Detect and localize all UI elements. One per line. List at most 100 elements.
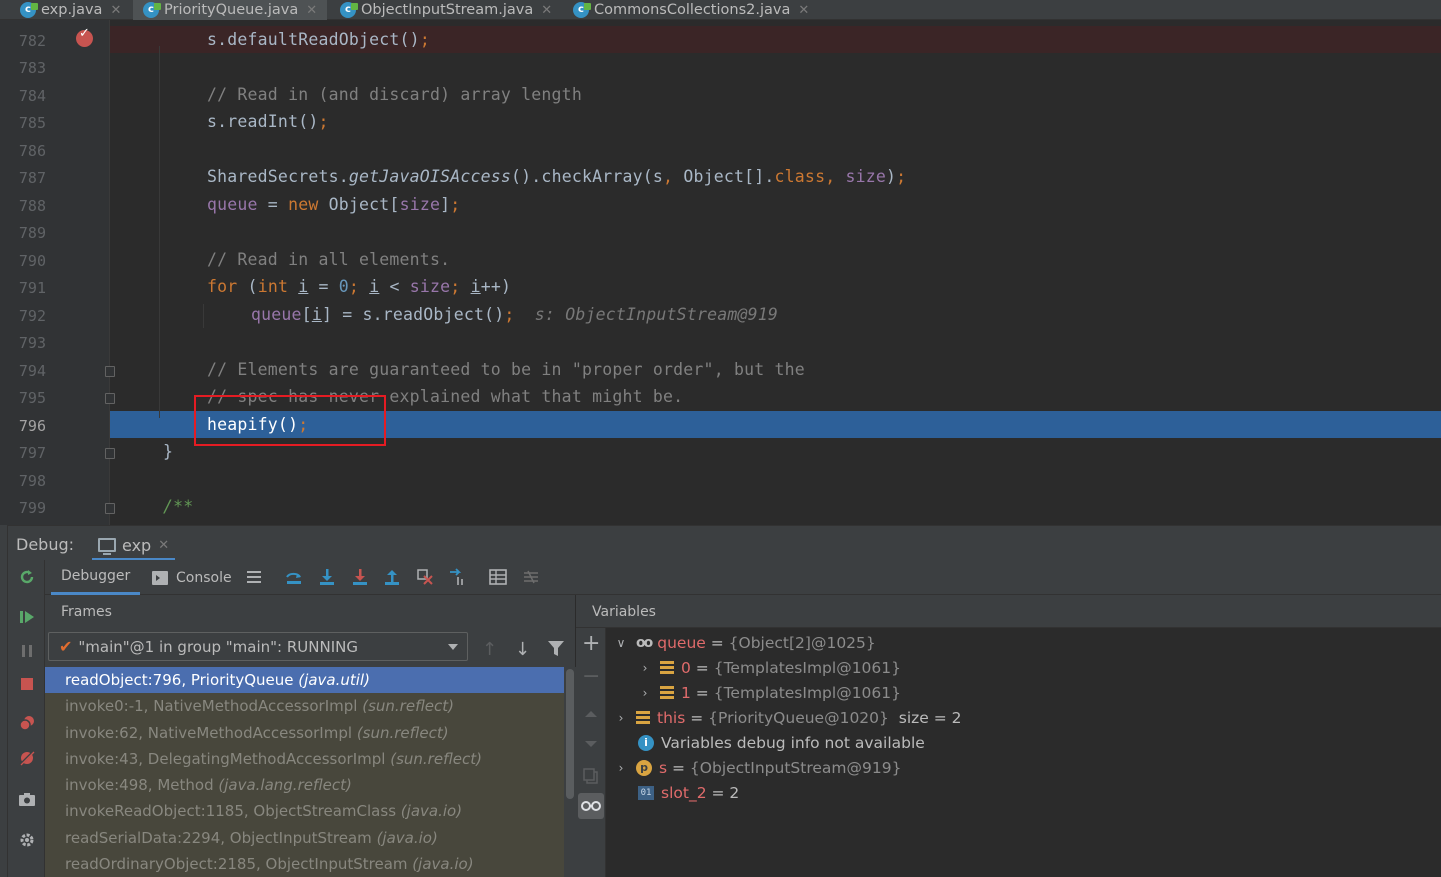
variable-row-queue[interactable]: ∨ oo queue = {Object[2]@1025}: [614, 630, 876, 655]
code-comment: // Elements are guaranteed to be in "pro…: [207, 360, 805, 379]
breakpoint-icon[interactable]: [76, 26, 93, 47]
stack-frame[interactable]: invoke:62, NativeMethodAccessorImpl (sun…: [45, 720, 564, 746]
add-watch-icon[interactable]: +: [582, 633, 600, 655]
variable-row-info: i Variables debug info not available: [638, 730, 925, 755]
view-breakpoints-icon[interactable]: [18, 714, 36, 732]
move-down-icon[interactable]: [582, 735, 600, 753]
show-watches-toggle[interactable]: [578, 793, 604, 819]
variable-name: 1: [681, 683, 691, 702]
code-line-792[interactable]: queue[i] = s.readObject(); s: ObjectInpu…: [110, 301, 1441, 328]
tab-console[interactable]: Console: [152, 560, 232, 595]
frames-scrollbar[interactable]: [564, 667, 576, 877]
camera-icon[interactable]: [18, 790, 36, 808]
code-line-784[interactable]: // Read in (and discard) array length: [110, 81, 1441, 108]
variable-value: {TemplatesImpl@1061}: [713, 683, 902, 702]
code-line-794[interactable]: // Elements are guaranteed to be in "pro…: [110, 356, 1441, 383]
code-text: for (int i = 0; i < size; i++): [207, 277, 512, 296]
tab-label: CommonsCollections2.java: [594, 2, 791, 18]
debug-session-tab[interactable]: exp ✕: [92, 532, 176, 561]
stack-frame[interactable]: invoke0:-1, NativeMethodAccessorImpl (su…: [45, 693, 564, 719]
mute-breakpoints-icon[interactable]: [18, 749, 36, 767]
variable-value: {ObjectInputStream@919}: [689, 758, 902, 777]
stack-frame[interactable]: invokeReadObject:1185, ObjectStreamClass…: [45, 798, 564, 824]
remove-watch-icon[interactable]: −: [582, 666, 600, 688]
variables-header: Variables: [576, 595, 1441, 628]
chevron-right-icon[interactable]: ›: [638, 661, 652, 675]
code-line-788[interactable]: queue = new Object[size];: [110, 191, 1441, 218]
tab-exp-java[interactable]: c exp.java ✕: [20, 0, 121, 20]
chevron-down-icon[interactable]: ∨: [614, 636, 628, 650]
code-line-799[interactable]: /**: [110, 493, 1441, 520]
code-line-790[interactable]: // Read in all elements.: [110, 246, 1441, 273]
code-doc-comment: /**: [163, 497, 194, 516]
code-line-785[interactable]: s.readInt();: [110, 108, 1441, 135]
chevron-right-icon[interactable]: ›: [614, 761, 628, 775]
stack-frame[interactable]: readOrdinaryObject:2185, ObjectInputStre…: [45, 851, 564, 877]
java-class-icon: c: [143, 2, 161, 18]
code-text: queue[i] = s.readObject(); s: ObjectInpu…: [251, 305, 779, 324]
line-number: 790: [18, 252, 46, 270]
close-icon[interactable]: ✕: [110, 3, 121, 18]
variable-row-0[interactable]: › 0 = {TemplatesImpl@1061}: [638, 655, 901, 680]
field-list-icon: [636, 711, 650, 724]
pause-icon[interactable]: [18, 642, 36, 660]
close-icon[interactable]: ✕: [541, 3, 552, 18]
resume-program-icon[interactable]: [18, 608, 36, 626]
layout-menu-icon[interactable]: [245, 568, 263, 586]
debug-side-toolbar: [8, 560, 45, 877]
stack-frame[interactable]: readSerialData:2294, ObjectInputStream (…: [45, 825, 564, 851]
settings-gear-icon[interactable]: [18, 831, 36, 849]
copy-icon[interactable]: [582, 767, 600, 785]
next-frame-arrow-down-icon[interactable]: ↓: [515, 639, 530, 660]
previous-frame-arrow-up-icon[interactable]: ↑: [482, 639, 497, 660]
field-list-icon: [660, 661, 674, 674]
frames-list[interactable]: readObject:796, PriorityQueue (java.util…: [45, 667, 564, 877]
drop-frame-icon[interactable]: [416, 568, 434, 586]
code-line-787[interactable]: SharedSecrets.getJavaOISAccess().checkAr…: [110, 163, 1441, 190]
close-icon[interactable]: ✕: [306, 3, 317, 18]
code-line-791[interactable]: for (int i = 0; i < size; i++): [110, 273, 1441, 300]
code-text: }: [163, 442, 174, 461]
chevron-right-icon[interactable]: ›: [638, 686, 652, 700]
close-icon[interactable]: ✕: [798, 3, 809, 18]
tab-commonscollections2-java[interactable]: c CommonsCollections2.java ✕: [573, 0, 809, 20]
line-number: 785: [18, 114, 46, 132]
step-over-icon[interactable]: [285, 568, 303, 586]
rerun-icon[interactable]: [18, 568, 36, 586]
field-list-icon: [660, 686, 674, 699]
trace-stream-icon[interactable]: [522, 568, 540, 586]
thread-selector-dropdown[interactable]: ✔ "main"@1 in group "main": RUNNING: [48, 632, 468, 661]
stack-frame[interactable]: invoke:498, Method (java.lang.reflect): [45, 772, 564, 798]
chevron-right-icon[interactable]: ›: [614, 711, 628, 725]
line-number: 794: [18, 362, 46, 380]
move-up-icon[interactable]: [582, 705, 600, 723]
tab-objectinputstream-java[interactable]: c ObjectInputStream.java ✕: [340, 0, 552, 20]
filter-icon[interactable]: [548, 641, 564, 656]
variable-value: 2: [729, 783, 740, 802]
frames-panel: Frames ✔ "main"@1 in group "main": RUNNI…: [45, 595, 576, 877]
step-out-icon[interactable]: [383, 568, 401, 586]
stack-frame[interactable]: invoke:43, DelegatingMethodAccessorImpl …: [45, 746, 564, 772]
force-step-into-icon[interactable]: [351, 568, 369, 586]
code-line-782[interactable]: s.defaultReadObject();: [110, 26, 1441, 53]
tab-priorityqueue-java[interactable]: c PriorityQueue.java ✕: [133, 0, 328, 20]
tab-label: exp.java: [41, 2, 103, 18]
run-to-cursor-icon[interactable]: [449, 568, 467, 586]
variable-value: {PriorityQueue@1020}: [708, 708, 889, 727]
evaluate-expression-icon[interactable]: [489, 568, 507, 586]
tab-debugger[interactable]: Debugger: [51, 560, 141, 595]
variable-row-slot-2[interactable]: 01 slot_2 = 2: [638, 780, 739, 805]
variable-row-1[interactable]: › 1 = {TemplatesImpl@1061}: [638, 680, 901, 705]
close-icon[interactable]: ✕: [158, 538, 169, 553]
stack-frame[interactable]: readObject:796, PriorityQueue (java.util…: [45, 667, 564, 694]
scrollbar-thumb[interactable]: [566, 669, 574, 799]
variable-name: this: [657, 708, 686, 727]
variable-row-s[interactable]: › p s = {ObjectInputStream@919}: [614, 755, 902, 780]
step-into-icon[interactable]: [318, 568, 336, 586]
line-number: 791: [18, 279, 46, 297]
code-editor[interactable]: 782 783 784 785 786 787 788 789 790 791 …: [0, 20, 1441, 525]
java-class-icon: c: [573, 2, 591, 18]
variable-row-this[interactable]: › this = {PriorityQueue@1020} size = 2: [614, 705, 962, 730]
variable-name: s: [659, 758, 668, 777]
stop-icon[interactable]: [18, 675, 36, 693]
